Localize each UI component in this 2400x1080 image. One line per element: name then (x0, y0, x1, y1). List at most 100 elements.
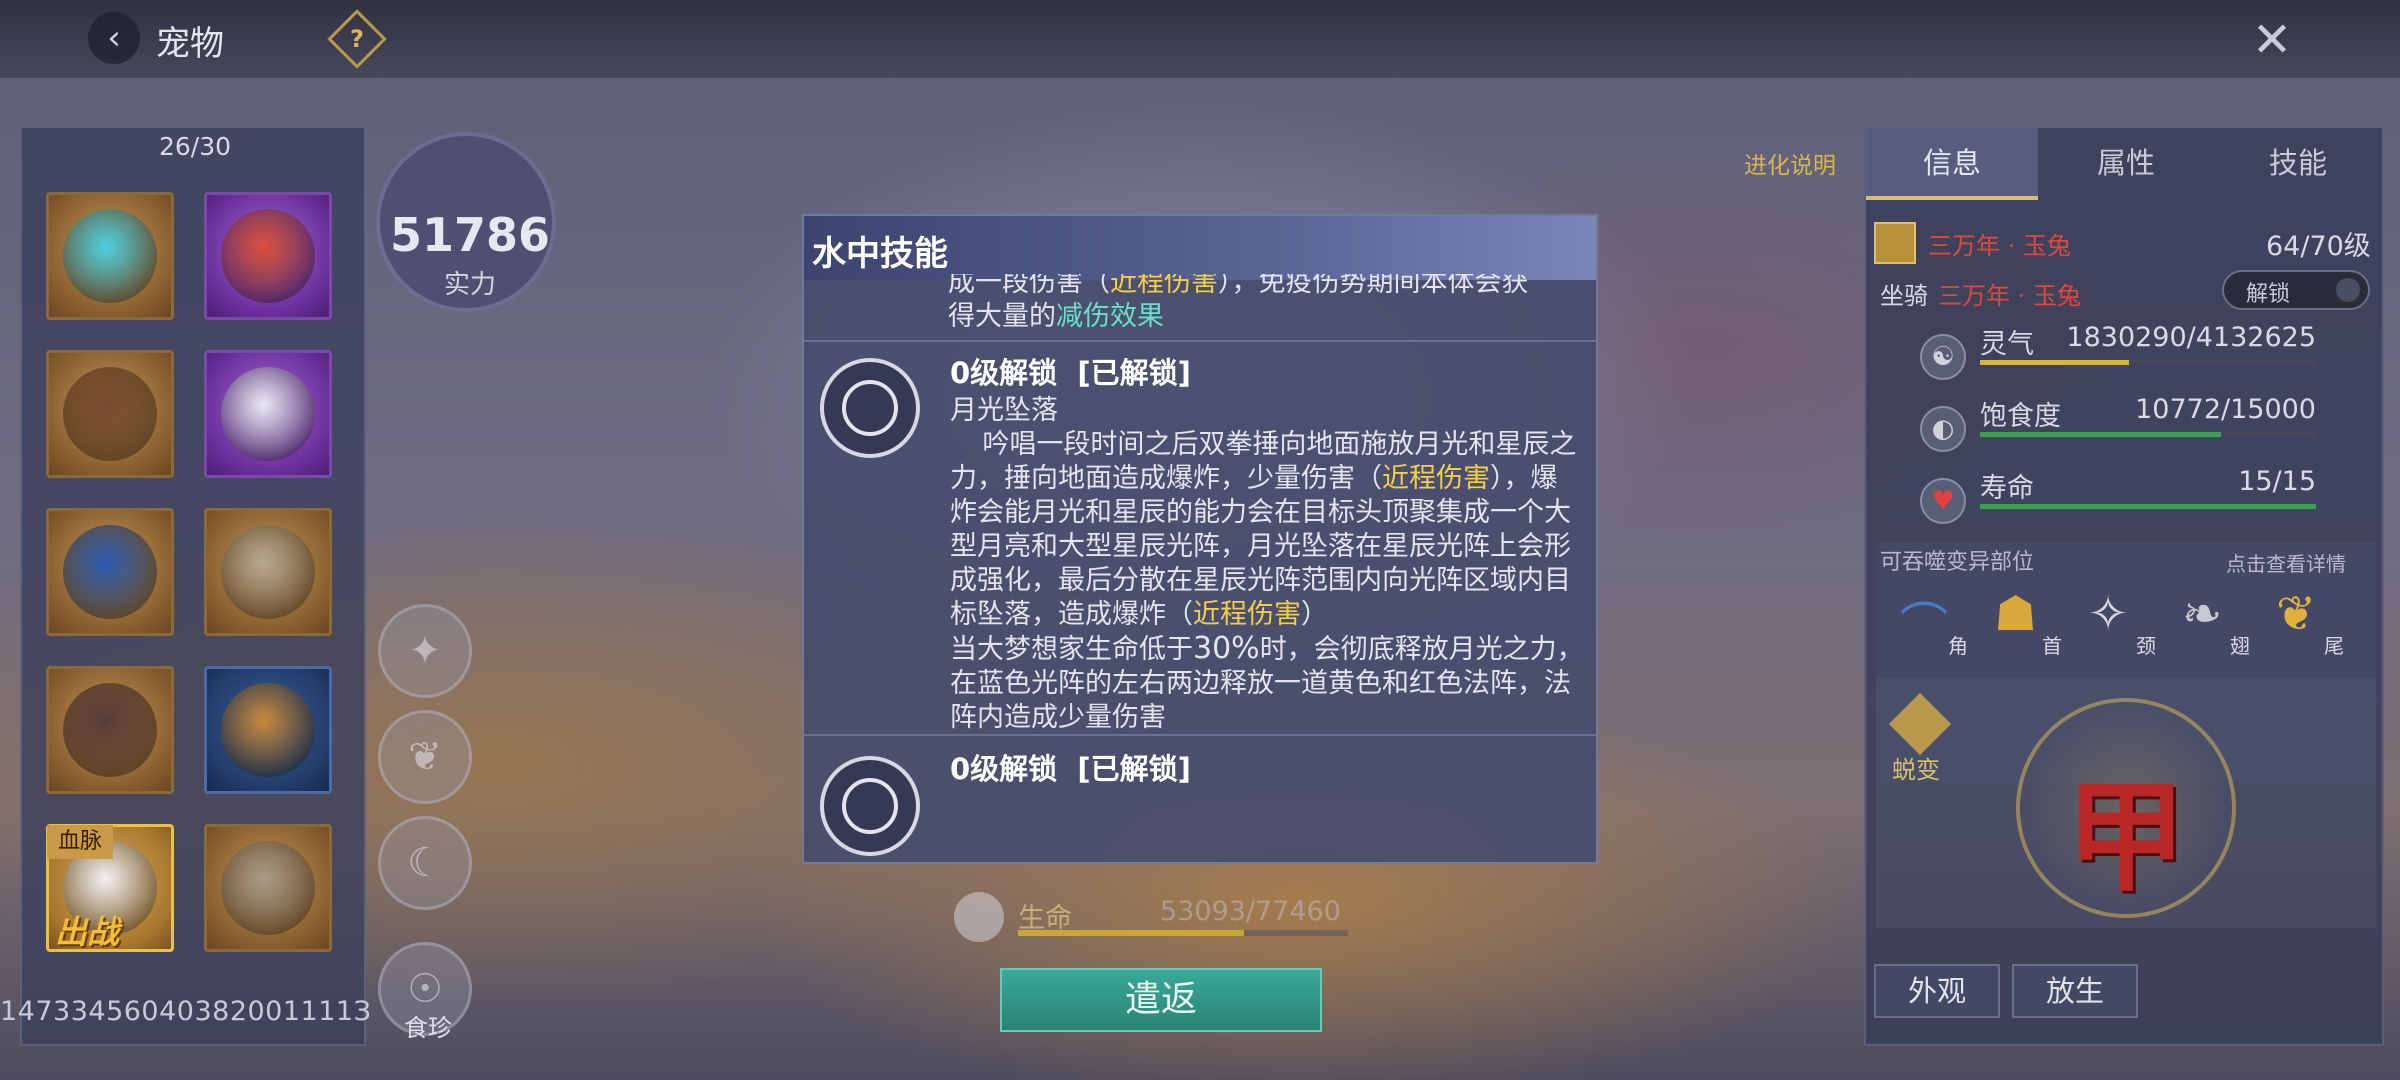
stat-value: 10772/15000 (2135, 394, 2316, 425)
stat-bar (1980, 504, 2316, 509)
pet-slot[interactable] (46, 666, 174, 794)
unlock-toggle[interactable]: 解锁 (2222, 270, 2370, 310)
blue-flame-beast-portrait (63, 209, 157, 303)
neck-part[interactable]: ✧ 颈 (2084, 582, 2164, 662)
evolve-info-link[interactable]: 进化说明 (1744, 146, 1836, 180)
underwater-skill-dialog: 水中技能 成一段伤害（近程伤害），免疫伤势期间本体会获 得大量的减伤效果 0级解… (802, 214, 1598, 864)
tab-skills[interactable]: 技能 (2212, 128, 2384, 200)
skill-desc-partial: 成一段伤害（近程伤害），免疫伤势期间本体会获 得大量的减伤效果 (948, 274, 1529, 332)
neck-icon: ✧ (2088, 586, 2129, 642)
pet-type-icon (1874, 222, 1916, 264)
hp-drop-icon (954, 892, 1004, 942)
spirit-icon: ☯ (1920, 334, 1966, 380)
stat-label: 寿命 (1980, 473, 2034, 504)
moon-skill-icon[interactable] (820, 358, 920, 458)
food-label: 食珍 (404, 1014, 452, 1042)
parts-detail-link[interactable]: 点击查看详情 (2226, 548, 2346, 577)
close-icon[interactable]: ✕ (2248, 16, 2296, 64)
page-title: 宠物 (156, 24, 224, 64)
stat-label: 饱食度 (1980, 401, 2061, 432)
bird-icon[interactable]: ❦ (378, 710, 472, 804)
tab-attributes[interactable]: 属性 (2040, 128, 2212, 200)
skill-unlock-level: 0级解锁 [已解锁] (950, 752, 1191, 786)
part-label: 翅 (2230, 634, 2250, 658)
food-icon: ☉ (407, 966, 443, 1012)
pet-level: 64/70级 (2266, 231, 2371, 262)
part-label: 颈 (2136, 634, 2156, 658)
seal-glyph: 甲 (2066, 767, 2186, 908)
pet-slot[interactable] (204, 508, 332, 636)
bone-dragon-portrait (221, 841, 315, 935)
stat-value: 1830290/4132625 (2066, 322, 2316, 353)
mount-label: 坐骑 (1880, 282, 1928, 310)
head-part[interactable]: ☗ 首 (1990, 582, 2070, 662)
phoenix-icon[interactable]: ✦ (378, 604, 472, 698)
dialog-title: 水中技能 (812, 234, 948, 274)
mutate-icon[interactable] (1888, 692, 1952, 756)
head-icon: ☗ (1994, 586, 2038, 642)
pet-slot[interactable] (204, 824, 332, 952)
pet-slot[interactable] (46, 192, 174, 320)
wing-icon: ❧ (2182, 586, 2223, 642)
appearance-button[interactable]: 外观 (1874, 964, 2000, 1018)
pet-slot[interactable] (46, 508, 174, 636)
skull-beast-portrait (221, 525, 315, 619)
separator (804, 340, 1596, 342)
skill-description: 月光坠落 吟唱一段时间之后双拳捶向地面施放月光和星辰之力，捶向地面造成爆炸，少量… (950, 395, 1584, 733)
stat-bar-fill (1980, 432, 2222, 437)
toggle-knob (2336, 278, 2360, 302)
red-crested-dragon-portrait (221, 209, 315, 303)
unlock-toggle-label: 解锁 (2246, 282, 2291, 307)
pet-slot[interactable] (204, 350, 332, 478)
parts-title: 可吞噬变异部位 (1880, 550, 2035, 575)
stat-label: 灵气 (1980, 329, 2034, 360)
horned-child-portrait (63, 367, 157, 461)
pet-slot[interactable]: 血脉出战 (46, 824, 174, 952)
pet-count: 26/30 (158, 132, 232, 161)
crescent-icon[interactable]: ☾ (378, 816, 472, 910)
seal-emblem: 甲 (2016, 698, 2236, 918)
stat-bar (1980, 360, 2316, 365)
pet-slot[interactable] (46, 350, 174, 478)
bloodline-tag: 血脉 (47, 825, 113, 859)
hp-bar-fill (1018, 930, 1245, 936)
mount-name: 三万年 · 玉兔 (1938, 282, 2081, 310)
horn-part[interactable]: ⌒ 角 (1896, 582, 1976, 662)
stat-bar (1980, 432, 2316, 437)
power-value: 51786 (389, 208, 551, 262)
power-label: 实力 (443, 270, 496, 300)
wing-part[interactable]: ❧ 翅 (2178, 582, 2258, 662)
pet-name: 三万年 · 玉兔 (1928, 232, 2071, 260)
tail-icon: ❦ (2276, 586, 2317, 642)
white-haired-girl-portrait (221, 367, 315, 461)
separator (804, 734, 1596, 736)
skill-name: 月光坠落 (950, 395, 1058, 426)
power-badge: 51786 实力 (376, 132, 556, 312)
tail-part[interactable]: ❦ 尾 (2272, 582, 2352, 662)
part-label: 角 (1948, 634, 1968, 658)
mutate-label[interactable]: 蜕变 (1892, 750, 1940, 785)
stomach-icon: ◐ (1920, 406, 1966, 452)
stat-bar-fill (1980, 360, 2129, 365)
in-battle-tag: 出战 (55, 913, 120, 951)
blue-bird-portrait (63, 525, 157, 619)
tab-info[interactable]: 信息 (1866, 128, 2038, 200)
stat-value: 15/15 (2238, 466, 2316, 497)
spiked-boar-portrait (63, 683, 157, 777)
hp-value: 53093/77460 (1160, 896, 1341, 927)
pet-list-panel: 26/30 血脉出战 (20, 126, 366, 1046)
return-button[interactable]: 遣返 (1000, 968, 1322, 1032)
pet-slot[interactable] (204, 666, 332, 794)
skill-unlock-level: 0级解锁 [已解锁] (950, 356, 1191, 390)
back-button[interactable]: ‹ (88, 12, 140, 64)
hp-bar (1018, 930, 1348, 936)
part-label: 尾 (2324, 634, 2344, 658)
release-button[interactable]: 放生 (2012, 964, 2138, 1018)
golden-lion-portrait (221, 683, 315, 777)
pet-slot[interactable] (204, 192, 332, 320)
dialog-header: 水中技能 (804, 216, 1596, 280)
player-id: 14733456040382001111З (0, 996, 372, 1027)
back-arrow-icon: ‹ (107, 18, 121, 58)
moon-skill-icon[interactable] (820, 756, 920, 856)
mutation-seal-area: 蜕变 甲 (1876, 678, 2376, 928)
